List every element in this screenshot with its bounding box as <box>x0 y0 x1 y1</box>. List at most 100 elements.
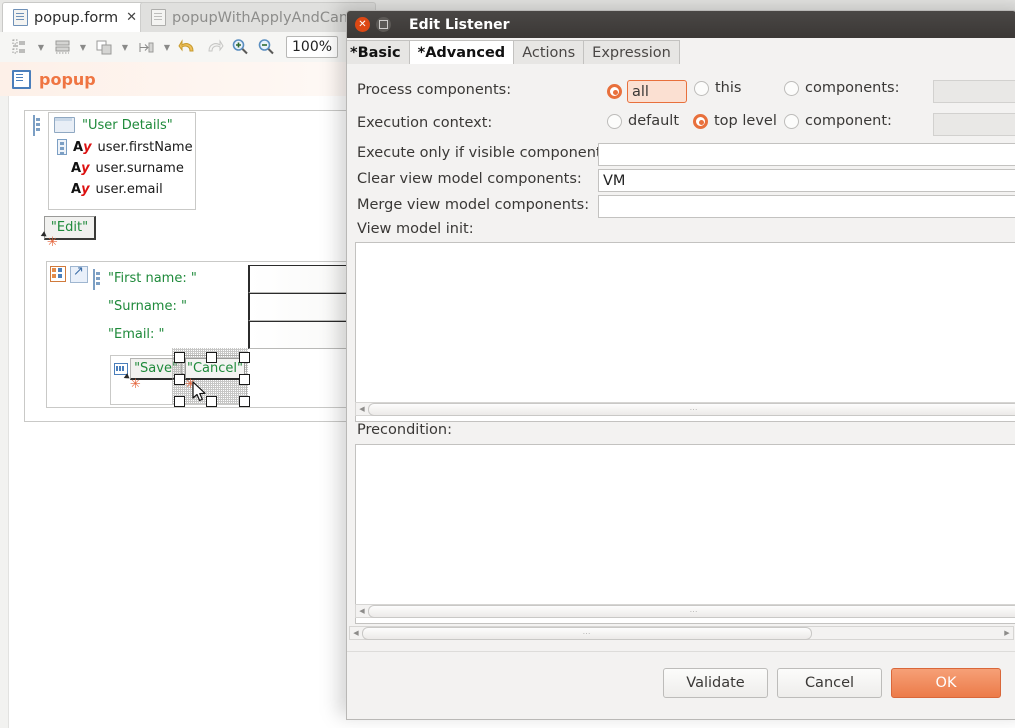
tab-label: Expression <box>592 44 671 61</box>
ok-button[interactable]: OK <box>891 668 1001 698</box>
chevron-down-icon[interactable]: ▼ <box>118 36 132 58</box>
dialog-body: Process components: all this components:… <box>347 64 1015 664</box>
user-details-header: "User Details" <box>49 113 195 133</box>
resize-handle-se[interactable] <box>239 396 250 407</box>
tree-field-label: user.firstName <box>97 139 193 155</box>
form-row-label: "First name: " <box>108 271 197 286</box>
dialog-tab-bar: *Basic *Advanced Actions Expression <box>347 38 1015 65</box>
merge-view-model-input[interactable] <box>598 195 1015 218</box>
execution-context-radio-default[interactable]: default <box>607 113 679 129</box>
process-components-radio-all[interactable]: all <box>607 80 687 103</box>
resize-handle-nw[interactable] <box>174 352 185 363</box>
components-value-input[interactable] <box>933 80 1015 103</box>
close-icon[interactable]: ✕ <box>355 17 370 32</box>
radio-top-level-label: top level <box>714 113 777 129</box>
radio-component[interactable] <box>784 113 799 129</box>
tab-actions[interactable]: Actions <box>513 40 585 64</box>
tree-field-row[interactable]: Ay user.firstName <box>49 133 195 155</box>
tree-field-row[interactable]: Ay user.surname <box>49 155 195 176</box>
scrollbar-thumb[interactable]: ⋯ <box>362 626 812 640</box>
zoom-level-input[interactable]: 100% <box>286 36 338 58</box>
zoom-out-icon[interactable] <box>254 36 278 58</box>
radio-default-label: default <box>628 113 680 129</box>
view-model-init-textarea[interactable] <box>355 242 1015 422</box>
tab-basic[interactable]: *Basic <box>347 40 410 64</box>
execution-context-label: Execution context: <box>357 115 493 131</box>
form-row-label: "Email: " <box>108 327 165 342</box>
radio-default[interactable] <box>607 113 622 129</box>
radio-this-label: this <box>715 80 742 96</box>
scroll-left-icon[interactable]: ◀ <box>356 403 368 415</box>
overlap-icon[interactable] <box>92 36 116 58</box>
grid-layout-icon <box>50 266 66 282</box>
dialog-title: Edit Listener <box>409 16 510 33</box>
form-icon <box>12 69 31 89</box>
zoom-in-icon[interactable] <box>228 36 252 58</box>
edit-button-label: "Edit" <box>50 220 89 235</box>
merge-view-model-label-wrap: Merge view model components: <box>357 197 589 213</box>
panel-grip-handle[interactable] <box>33 115 35 136</box>
precondition-hscrollbar[interactable]: ◀ ⋯ <box>355 604 1015 618</box>
process-components-label: Process components: <box>357 82 512 98</box>
execution-context-label-wrap: Execution context: <box>357 115 492 131</box>
clear-view-model-label-wrap: Clear view model components: <box>357 171 582 187</box>
clear-view-model-input[interactable]: VM <box>598 169 1015 192</box>
radio-top-level[interactable] <box>693 113 708 129</box>
ok-button-label: OK <box>935 675 957 691</box>
property-icon: Ay <box>71 161 90 176</box>
align-center-icon[interactable] <box>50 36 74 58</box>
view-model-init-label: View model init: <box>357 221 474 237</box>
redo-icon[interactable] <box>202 36 226 58</box>
all-value-input[interactable]: all <box>627 80 687 103</box>
chevron-down-icon[interactable]: ▼ <box>76 36 90 58</box>
component-value-input[interactable] <box>933 113 1015 136</box>
resize-handle-n[interactable] <box>206 352 217 363</box>
maximize-icon[interactable] <box>376 17 391 32</box>
view-model-init-hscrollbar[interactable]: ◀ ⋯ <box>355 402 1015 416</box>
user-details-title: "User Details" <box>82 117 173 133</box>
scroll-left-icon[interactable]: ◀ <box>356 605 368 617</box>
cancel-button[interactable]: Cancel <box>777 668 882 698</box>
dialog-hscrollbar[interactable]: ◀ ⋯ ▶ <box>349 626 1014 640</box>
validate-button[interactable]: Validate <box>663 668 768 698</box>
screen-root: popup.form ✕ popupWithApplyAndCance ▼ ▼ … <box>0 0 1015 728</box>
scrollbar-thumb[interactable]: ⋯ <box>368 604 1015 618</box>
tab-expression[interactable]: Expression <box>583 40 680 64</box>
dialog-title-bar[interactable]: ✕ Edit Listener <box>347 11 1015 38</box>
scroll-left-icon[interactable]: ◀ <box>350 627 362 639</box>
user-details-panel[interactable]: "User Details" Ay user.firstName Ay user… <box>48 112 196 210</box>
editor-tab-popup-form[interactable]: popup.form ✕ <box>2 2 148 32</box>
execute-only-if-visible-input[interactable] <box>598 143 1015 166</box>
process-components-radio-this[interactable]: this <box>694 80 741 96</box>
scroll-right-icon[interactable]: ▶ <box>1001 627 1013 639</box>
tab-label: Actions <box>522 44 576 61</box>
execution-context-radio-component[interactable]: component: <box>784 113 892 129</box>
radio-all[interactable] <box>607 84 622 99</box>
tree-field-row[interactable]: Ay user.email <box>49 176 195 197</box>
tree-field-label: user.surname <box>95 161 184 176</box>
execute-only-if-visible-label: Execute only if visible components: <box>357 145 615 161</box>
merge-view-model-label: Merge view model components: <box>357 197 590 213</box>
radio-this[interactable] <box>694 80 709 96</box>
resize-handle-ne[interactable] <box>239 352 250 363</box>
view-model-init-label-wrap: View model init: <box>357 221 474 237</box>
scrollbar-thumb[interactable]: ⋯ <box>368 402 1015 416</box>
resize-handle-e[interactable] <box>239 374 250 385</box>
resize-handle-w[interactable] <box>174 374 185 385</box>
precondition-textarea[interactable] <box>355 444 1015 624</box>
execution-context-radio-top-level[interactable]: top level <box>693 113 777 129</box>
tree-field-label: user.email <box>95 182 163 197</box>
tab-label: *Advanced <box>417 44 506 61</box>
chevron-down-icon[interactable]: ▼ <box>34 36 48 58</box>
radio-components[interactable] <box>784 80 799 96</box>
resize-handle-sw[interactable] <box>174 396 185 407</box>
process-components-radio-components[interactable]: components: <box>784 80 899 96</box>
undo-icon[interactable] <box>176 36 200 58</box>
chevron-down-icon[interactable]: ▼ <box>160 36 174 58</box>
distribute-icon[interactable] <box>134 36 158 58</box>
close-icon[interactable]: ✕ <box>126 10 137 25</box>
align-left-icon[interactable] <box>8 36 32 58</box>
radio-component-label: component: <box>805 113 892 129</box>
tab-advanced[interactable]: *Advanced <box>408 40 515 64</box>
row-grip-handle[interactable] <box>93 269 95 290</box>
